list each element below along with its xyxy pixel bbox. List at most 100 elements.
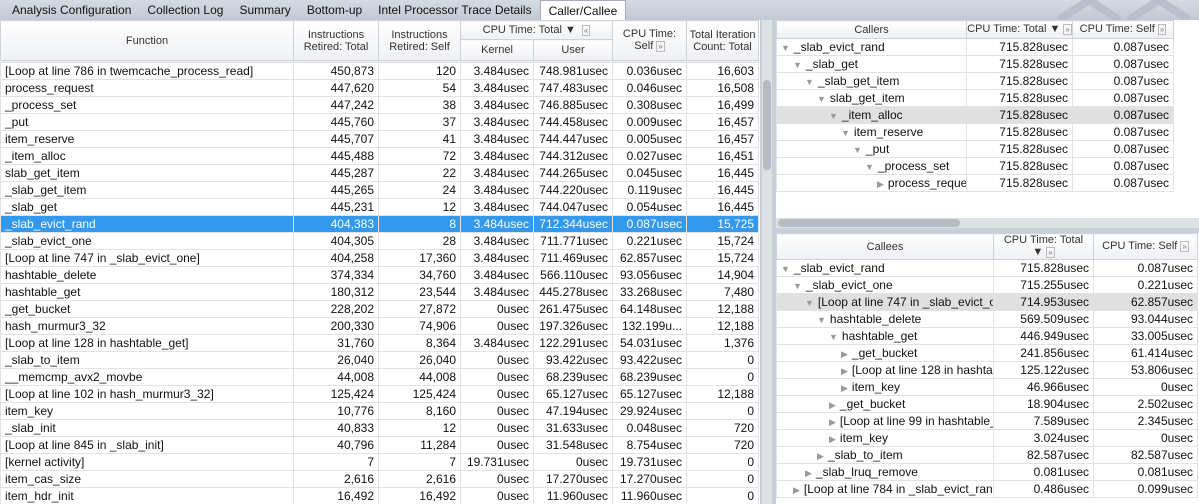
table-row[interactable]: _process_set 447,242 38 3.484usec 746.885use… <box>0 96 760 114</box>
column-header-function[interactable]: Function <box>0 20 294 61</box>
table-row[interactable]: _put 445,760 37 3.484usec 744.458usec 0.009us… <box>0 113 760 131</box>
tree-collapsed-icon[interactable]: ▶ <box>793 485 800 495</box>
tree-expanded-icon[interactable]: ▼ <box>829 332 838 342</box>
tree-collapsed-icon[interactable]: ▶ <box>841 349 848 359</box>
tree-row[interactable]: ▶ _slab_lruq_remove 0.081usec 0.081usec <box>776 463 1198 481</box>
tree-collapsed-icon[interactable]: ▶ <box>841 383 848 393</box>
tab-collection-log[interactable]: Collection Log <box>139 0 231 20</box>
column-header-callers-cpu-self[interactable]: CPU Time: Self» <box>1072 20 1174 39</box>
tree-expanded-icon[interactable]: ▼ <box>817 315 826 325</box>
column-header-cpu-time-total[interactable]: CPU Time: Total ▼ « <box>459 20 614 40</box>
tree-row[interactable]: ▼ _process_set 715.828usec 0.087usec <box>776 157 1174 175</box>
tree-expanded-icon[interactable]: ▼ <box>793 60 802 70</box>
table-row[interactable]: item_key 10,776 8,160 0usec 47.194usec 29.924… <box>0 402 760 420</box>
tree-row[interactable]: ▼ _slab_evict_rand 715.828usec 0.087usec <box>776 259 1198 277</box>
tab-analysis-configuration[interactable]: Analysis Configuration <box>4 0 139 20</box>
table-row[interactable]: _slab_evict_rand 404,383 8 3.484usec 712.344… <box>0 215 760 233</box>
tree-row[interactable]: ▶ [Loop at line 784 in _slab_evict_ranc 0.… <box>776 480 1198 498</box>
tree-row[interactable]: ▼ [Loop at line 747 in _slab_evict_or 714.… <box>776 293 1198 311</box>
tree-row[interactable]: ▼ _slab_evict_rand 715.828usec 0.087usec <box>776 38 1174 56</box>
tree-expanded-icon[interactable]: ▼ <box>781 264 790 274</box>
expand-column-icon[interactable]: » <box>1157 24 1167 35</box>
expand-column-icon[interactable]: » <box>1063 24 1072 35</box>
callers-horizontal-scrollbar[interactable] <box>776 218 1199 228</box>
tab-bottom-up[interactable]: Bottom-up <box>299 0 370 20</box>
tree-row[interactable]: ▶ item_key 3.024usec 0usec <box>776 429 1198 447</box>
table-row[interactable]: __memcmp_avx2_movbe 44,008 44,008 0usec 68.2… <box>0 368 760 386</box>
tree-collapsed-icon[interactable]: ▶ <box>829 434 836 444</box>
tree-row[interactable]: ▶ [Loop at line 99 in hashtable_ 7.589usec… <box>776 412 1198 430</box>
tree-row[interactable]: ▼ _item_alloc 715.828usec 0.087usec <box>776 106 1174 124</box>
column-header-callees[interactable]: Callees <box>776 233 994 260</box>
tree-expanded-icon[interactable]: ▼ <box>781 43 790 53</box>
tree-row[interactable]: ▶ _get_bucket 241.856usec 61.414usec <box>776 344 1198 362</box>
scrollbar-thumb[interactable] <box>778 219 960 227</box>
tree-row[interactable]: ▼ _slab_get 715.828usec 0.087usec <box>776 55 1174 73</box>
tree-row[interactable]: ▶ item_key 46.966usec 0usec <box>776 378 1198 396</box>
tab-intel-processor-trace-details[interactable]: Intel Processor Trace Details <box>370 0 539 20</box>
tree-expanded-icon[interactable]: ▼ <box>853 145 862 155</box>
table-row[interactable]: [Loop at line 128 in hashtable_get] 31,76… <box>0 334 760 352</box>
table-row[interactable]: item_cas_size 2,616 2,616 0usec 17.270usec 17… <box>0 470 760 488</box>
table-row[interactable]: [Loop at line 747 in _slab_evict_one] 404… <box>0 249 760 267</box>
column-header-instructions-self[interactable]: Instructions Retired: Self <box>378 20 461 61</box>
table-row[interactable]: _get_bucket 228,202 27,872 0usec 261.475usec… <box>0 300 760 318</box>
expand-column-icon[interactable]: » <box>656 41 665 52</box>
function-table-vertical-scrollbar[interactable] <box>762 20 772 504</box>
table-row[interactable]: _item_alloc 445,488 72 3.484usec 744.312usec… <box>0 147 760 165</box>
table-row[interactable]: hashtable_delete 374,334 34,760 3.484usec 56… <box>0 266 760 284</box>
tree-expanded-icon[interactable]: ▼ <box>841 128 850 138</box>
tree-collapsed-icon[interactable]: ▶ <box>841 366 848 376</box>
tree-expanded-icon[interactable]: ▼ <box>817 94 826 104</box>
expand-column-icon[interactable]: » <box>1046 247 1055 258</box>
column-header-callers-cpu-total[interactable]: CPU Time: Total ▼» <box>966 20 1073 39</box>
tree-row[interactable]: ▶ process_reques 715.828usec 0.087usec <box>776 174 1174 192</box>
tree-expanded-icon[interactable]: ▼ <box>805 298 814 308</box>
tree-collapsed-icon[interactable]: ▶ <box>877 179 884 189</box>
column-header-callees-cpu-total[interactable]: CPU Time: Total ▼» <box>993 233 1094 260</box>
column-header-kernel[interactable]: Kernel <box>460 39 534 61</box>
column-header-callers[interactable]: Callers <box>776 20 967 39</box>
table-row[interactable]: _slab_init 40,833 12 0usec 31.633usec 0.048us… <box>0 419 760 437</box>
tree-row[interactable]: ▼ _put 715.828usec 0.087usec <box>776 140 1174 158</box>
table-row[interactable]: hash_murmur3_32 200,330 74,906 0usec 197.326… <box>0 317 760 335</box>
tree-collapsed-icon[interactable]: ▶ <box>805 468 812 478</box>
tree-row[interactable]: ▶ [Loop at line 128 in hashtab 125.122usec… <box>776 361 1198 379</box>
table-row[interactable]: process_request 447,620 54 3.484usec 747.483… <box>0 79 760 97</box>
table-row[interactable]: [kernel activity] 7 7 19.731usec 0usec 19.731… <box>0 453 760 471</box>
table-row[interactable]: slab_get_item 445,287 22 3.484usec 744.265us… <box>0 164 760 182</box>
tree-row[interactable]: ▼ _slab_get_item 715.828usec 0.087usec <box>776 72 1174 90</box>
tree-row[interactable]: ▼ _slab_evict_one 715.255usec 0.221usec <box>776 276 1198 294</box>
table-row[interactable]: _slab_evict_one 404,305 28 3.484usec 711.771… <box>0 232 760 250</box>
tree-collapsed-icon[interactable]: ▶ <box>817 451 824 461</box>
tree-expanded-icon[interactable]: ▼ <box>865 162 874 172</box>
table-row[interactable]: item_hdr_init 16,492 16,492 0usec 11.960usec… <box>0 487 760 504</box>
table-row[interactable]: item_reserve 445,707 41 3.484usec 744.447use… <box>0 130 760 148</box>
table-row[interactable]: _slab_get 445,231 12 3.484usec 744.047usec 0.… <box>0 198 760 216</box>
tree-row[interactable]: ▶ _get_bucket 18.904usec 2.502usec <box>776 395 1198 413</box>
tab-summary[interactable]: Summary <box>231 0 298 20</box>
tree-expanded-icon[interactable]: ▼ <box>829 111 838 121</box>
scrollbar-thumb[interactable] <box>763 80 771 170</box>
table-row[interactable]: [Loop at line 102 in hash_murmur3_32] 125… <box>0 385 760 403</box>
tree-expanded-icon[interactable]: ▼ <box>793 281 802 291</box>
tree-collapsed-icon[interactable]: ▶ <box>829 400 836 410</box>
tree-row[interactable]: ▼ hashtable_get 446.949usec 33.005usec <box>776 327 1198 345</box>
tree-row[interactable]: ▼ slab_get_item 715.828usec 0.087usec <box>776 89 1174 107</box>
tree-collapsed-icon[interactable]: ▶ <box>829 417 836 427</box>
table-row[interactable]: [Loop at line 845 in _slab_init] 40,796 11… <box>0 436 760 454</box>
column-header-callees-cpu-self[interactable]: CPU Time: Self» <box>1093 233 1198 260</box>
table-row[interactable]: hashtable_get 180,312 23,544 3.484usec 445.2… <box>0 283 760 301</box>
column-header-user[interactable]: User <box>532 39 614 61</box>
table-row[interactable]: [Loop at line 786 in twemcache_process_r… <box>0 62 760 80</box>
collapse-column-icon[interactable]: « <box>581 24 591 36</box>
table-row[interactable]: _slab_to_item 26,040 26,040 0usec 93.422usec… <box>0 351 760 369</box>
tree-row[interactable]: ▼ hashtable_delete 569.509usec 93.044usec <box>776 310 1198 328</box>
column-header-cpu-time-self[interactable]: CPU Time: Self» <box>612 20 688 61</box>
tree-expanded-icon[interactable]: ▼ <box>805 77 814 87</box>
table-row[interactable]: _slab_get_item 445,265 24 3.484usec 744.220u… <box>0 181 760 199</box>
column-header-iteration-count[interactable]: Total Iteration Count: Total <box>686 20 760 61</box>
expand-column-icon[interactable]: » <box>1180 241 1189 252</box>
tab-caller-callee[interactable]: Caller/Callee <box>539 0 627 20</box>
tree-row[interactable]: ▶ _slab_to_item 82.587usec 82.587usec <box>776 446 1198 464</box>
